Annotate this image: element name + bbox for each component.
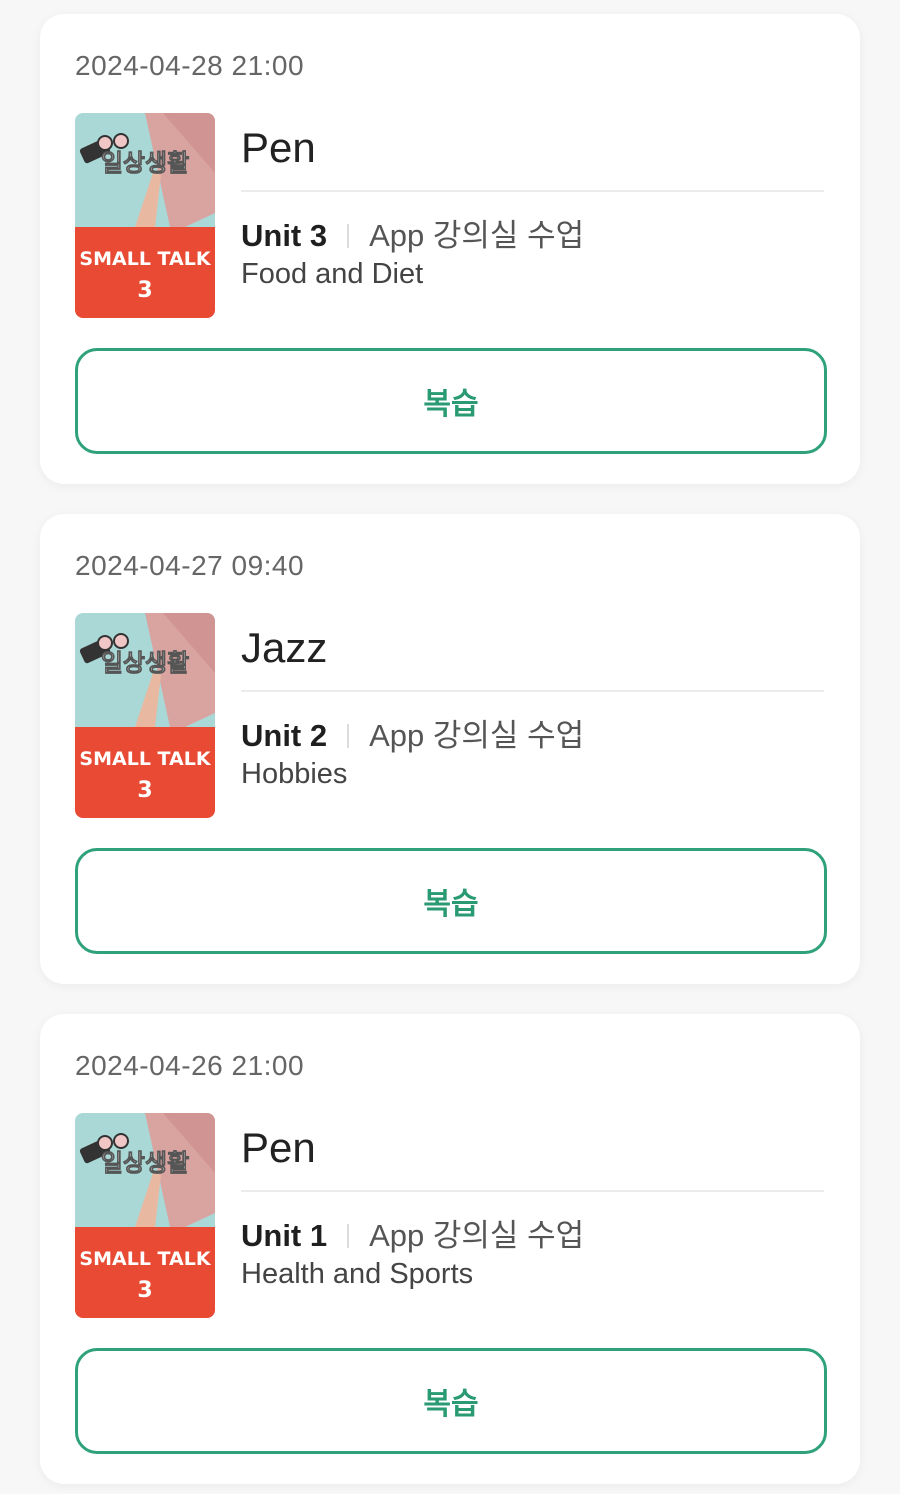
lesson-topic: Health and Sports bbox=[241, 1258, 474, 1290]
lesson-history-list: 2024-04-28 21:00 일상생활 SMALL TALK 3 Pen U… bbox=[0, 0, 900, 1494]
review-button[interactable]: 복습 bbox=[75, 848, 827, 954]
divider bbox=[241, 1190, 824, 1192]
unit-label: Unit 3 bbox=[241, 218, 328, 253]
review-button[interactable]: 복습 bbox=[75, 1348, 827, 1454]
class-mode: App 강의실 수업 bbox=[369, 1218, 585, 1253]
course-thumbnail: 일상생활 SMALL TALK 3 bbox=[75, 1113, 215, 1318]
course-thumbnail: 일상생활 SMALL TALK 3 bbox=[75, 613, 215, 818]
thumbnail-level: 3 bbox=[137, 1278, 152, 1303]
lesson-datetime: 2024-04-28 21:00 bbox=[75, 50, 305, 81]
thumbnail-subtitle: SMALL TALK bbox=[79, 248, 211, 270]
divider bbox=[241, 690, 824, 692]
divider bbox=[241, 190, 824, 192]
lesson-topic: Food and Diet bbox=[241, 258, 424, 290]
lesson-meta: Unit 3 App 강의실 수업 bbox=[241, 210, 584, 255]
separator bbox=[347, 224, 350, 248]
class-mode: App 강의실 수업 bbox=[369, 718, 585, 753]
lesson-card: 2024-04-26 21:00 일상생활 SMALL TALK 3 Pen U… bbox=[40, 1014, 860, 1484]
lesson-card: 2024-04-28 21:00 일상생활 SMALL TALK 3 Pen U… bbox=[40, 14, 860, 484]
lesson-datetime: 2024-04-26 21:00 bbox=[75, 1050, 305, 1081]
thumbnail-subtitle: SMALL TALK bbox=[79, 748, 211, 770]
unit-label: Unit 1 bbox=[241, 1218, 328, 1253]
thumbnail-subtitle: SMALL TALK bbox=[79, 1248, 211, 1270]
review-button[interactable]: 복습 bbox=[75, 348, 827, 454]
unit-label: Unit 2 bbox=[241, 718, 328, 753]
lesson-meta: Unit 1 App 강의실 수업 bbox=[241, 1210, 584, 1255]
teacher-name: Pen bbox=[241, 124, 316, 171]
thumbnail-level: 3 bbox=[137, 278, 152, 303]
separator bbox=[347, 724, 350, 748]
lesson-datetime: 2024-04-27 09:40 bbox=[75, 550, 305, 581]
thumbnail-title: 일상생활 bbox=[101, 1149, 189, 1177]
thumbnail-title: 일상생활 bbox=[101, 149, 189, 177]
thumbnail-title: 일상생활 bbox=[101, 649, 189, 677]
class-mode: App 강의실 수업 bbox=[369, 218, 585, 253]
lesson-card: 2024-04-27 09:40 일상생활 SMALL TALK 3 Jazz … bbox=[40, 514, 860, 984]
teacher-name: Pen bbox=[241, 1124, 316, 1171]
course-thumbnail: 일상생활 SMALL TALK 3 bbox=[75, 113, 215, 318]
lesson-meta: Unit 2 App 강의실 수업 bbox=[241, 710, 584, 755]
thumbnail-level: 3 bbox=[137, 778, 152, 803]
teacher-name: Jazz bbox=[241, 624, 328, 671]
separator bbox=[347, 1224, 350, 1248]
lesson-topic: Hobbies bbox=[241, 758, 348, 790]
